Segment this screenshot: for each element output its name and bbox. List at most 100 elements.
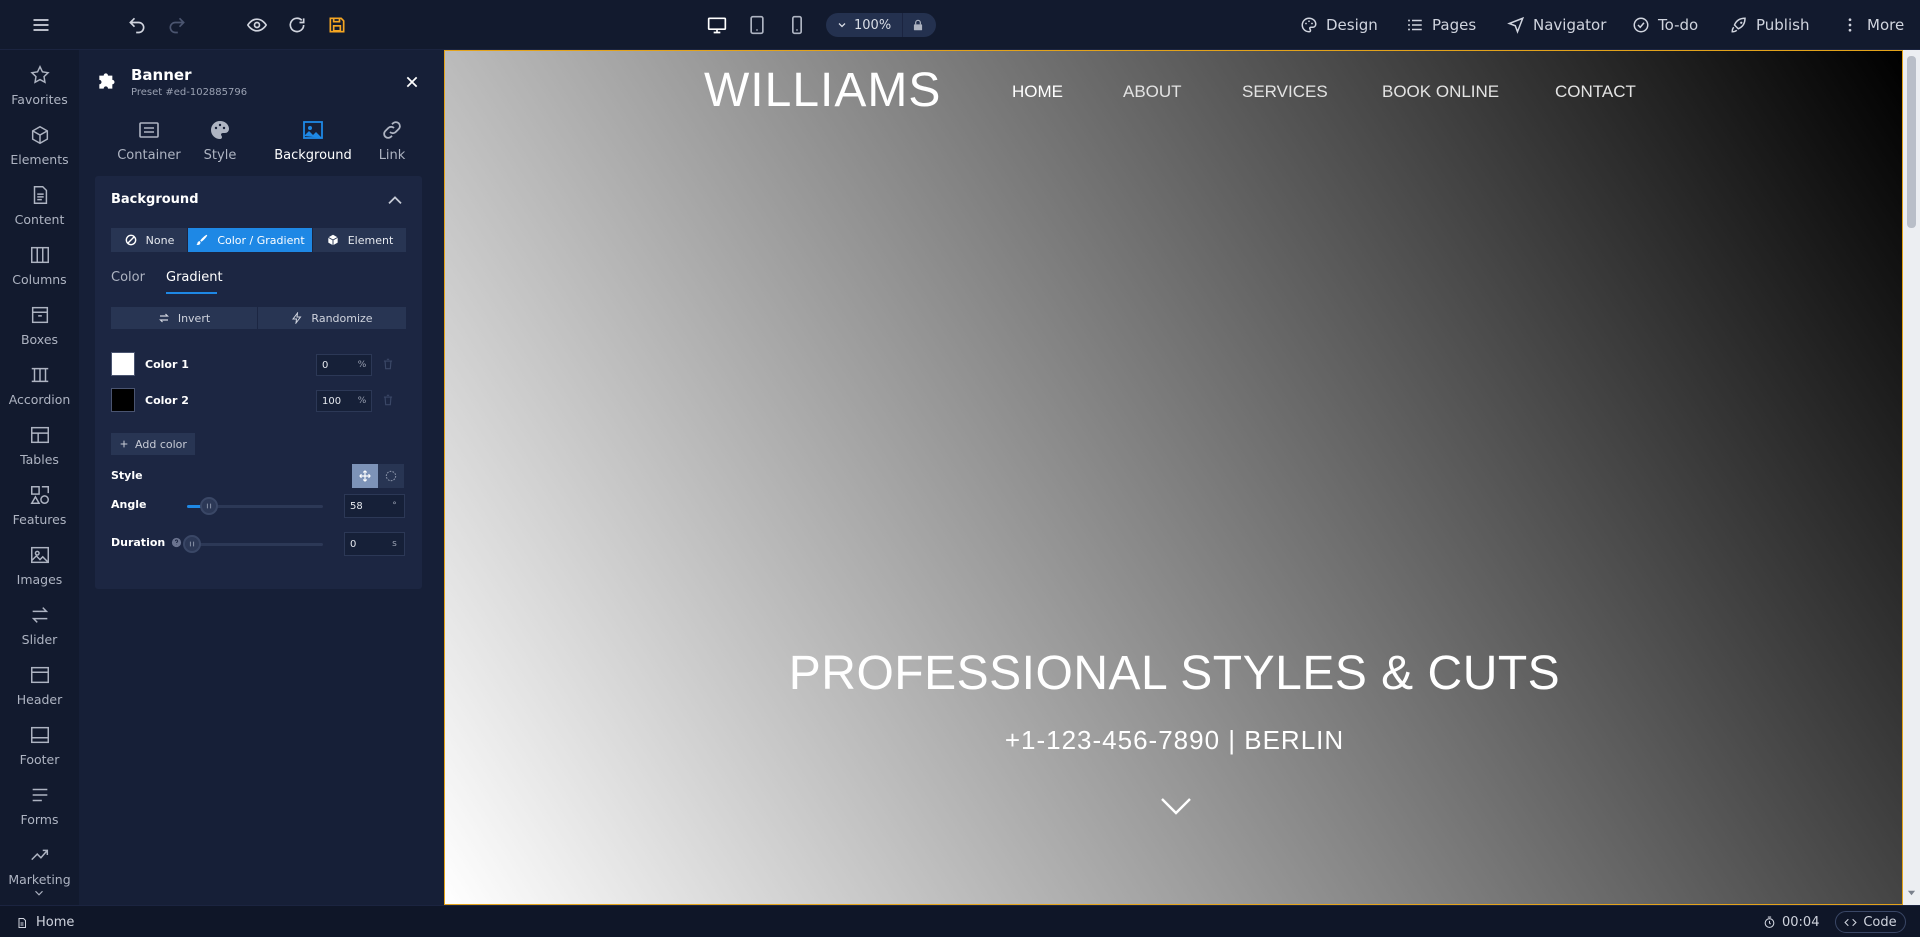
nav-about[interactable]: ABOUT bbox=[1123, 82, 1182, 102]
rail-item-header[interactable]: Header bbox=[0, 658, 79, 718]
canvas-scrollbar[interactable] bbox=[1903, 50, 1920, 905]
design-menu[interactable]: Design bbox=[1300, 13, 1378, 37]
redo-icon[interactable] bbox=[162, 10, 192, 40]
tab-label: Background bbox=[274, 148, 352, 163]
trash-icon[interactable] bbox=[381, 357, 395, 371]
hero-title: PROFESSIONAL STYLES & CUTS bbox=[788, 647, 1561, 700]
tab-style[interactable]: Style bbox=[190, 118, 250, 174]
stop-position-unit: % bbox=[357, 360, 367, 370]
add-color-button[interactable]: Add color bbox=[111, 433, 195, 455]
tab-link[interactable]: Link bbox=[367, 118, 417, 174]
zoom-select[interactable]: 100% bbox=[826, 18, 902, 33]
bg-type-none[interactable]: None bbox=[111, 228, 187, 252]
accordion-icon bbox=[31, 367, 48, 383]
desktop-view-icon[interactable] bbox=[703, 11, 731, 39]
nav-book-online[interactable]: BOOK ONLINE bbox=[1382, 82, 1499, 102]
duration-slider-track[interactable] bbox=[183, 543, 323, 546]
chevron-down-icon[interactable] bbox=[30, 886, 48, 900]
refresh-icon[interactable] bbox=[282, 10, 312, 40]
duration-field: Duration bbox=[111, 536, 182, 549]
hero-subtitle: +1-123-456-7890 | BERLIN bbox=[1004, 725, 1345, 755]
close-icon[interactable] bbox=[404, 74, 420, 90]
document-icon bbox=[33, 186, 47, 204]
color-label: Color 2 bbox=[145, 394, 189, 407]
rail-label-elements: Elements bbox=[10, 152, 69, 167]
duration-unit: s bbox=[392, 539, 397, 549]
tab-background[interactable]: Background bbox=[263, 118, 363, 174]
tab-container[interactable]: Container bbox=[109, 118, 189, 174]
tablet-view-icon[interactable] bbox=[743, 11, 771, 39]
rail-item-features[interactable]: Features bbox=[0, 478, 79, 538]
duration-slider-handle[interactable] bbox=[183, 535, 201, 553]
bg-type-element[interactable]: Element bbox=[313, 228, 406, 252]
stop-position-input[interactable]: 0 % bbox=[316, 354, 372, 376]
scroll-down-chevron-icon[interactable] bbox=[1160, 796, 1192, 816]
check-circle-icon bbox=[1633, 17, 1649, 33]
rail-label-tables: Tables bbox=[20, 452, 59, 467]
rail-label-accordion: Accordion bbox=[8, 392, 71, 407]
angle-slider-handle[interactable] bbox=[199, 497, 218, 515]
shapes-icon bbox=[29, 486, 49, 504]
rail-label-images: Images bbox=[16, 572, 63, 587]
rail-item-forms[interactable]: Forms bbox=[0, 778, 79, 838]
hamburger-menu-icon[interactable] bbox=[26, 10, 56, 40]
save-icon[interactable] bbox=[322, 10, 352, 40]
linear-gradient-icon[interactable] bbox=[352, 464, 378, 488]
code-brackets-icon bbox=[1844, 918, 1858, 926]
tab-label: Style bbox=[203, 148, 237, 163]
pages-menu[interactable]: Pages bbox=[1406, 13, 1476, 37]
rail-item-slider[interactable]: Slider bbox=[0, 598, 79, 658]
design-label: Design bbox=[1326, 16, 1378, 34]
publish-menu[interactable]: Publish bbox=[1730, 13, 1809, 37]
rail-item-tables[interactable]: Tables bbox=[0, 418, 79, 478]
top-toolbar: 100% Design Pages Navigator To-do Publis… bbox=[0, 0, 1920, 50]
nav-contact[interactable]: CONTACT bbox=[1555, 82, 1636, 102]
link-icon bbox=[383, 121, 401, 139]
trash-icon[interactable] bbox=[381, 393, 395, 407]
rail-item-images[interactable]: Images bbox=[0, 538, 79, 598]
radial-gradient-icon[interactable] bbox=[378, 464, 404, 488]
invert-button[interactable]: Invert bbox=[111, 307, 257, 329]
bg-type-color-gradient[interactable]: Color / Gradient bbox=[188, 228, 312, 252]
rail-item-boxes[interactable]: Boxes bbox=[0, 298, 79, 358]
rail-item-content[interactable]: Content bbox=[0, 178, 79, 238]
randomize-button[interactable]: Randomize bbox=[258, 307, 406, 329]
current-page[interactable]: Home bbox=[16, 915, 74, 930]
help-icon[interactable] bbox=[171, 537, 182, 548]
todo-menu[interactable]: To-do bbox=[1632, 13, 1698, 37]
rail-item-accordion[interactable]: Accordion bbox=[0, 358, 79, 418]
site-logo[interactable]: WILLIAMS bbox=[704, 63, 941, 118]
color-swatch[interactable] bbox=[111, 352, 135, 376]
chevron-up-icon[interactable] bbox=[387, 194, 403, 206]
preview-eye-icon[interactable] bbox=[242, 10, 272, 40]
rail-item-columns[interactable]: Columns bbox=[0, 238, 79, 298]
tab-label: Container bbox=[117, 148, 181, 163]
cube-icon bbox=[327, 234, 338, 246]
subtab-gradient[interactable]: Gradient bbox=[166, 270, 223, 285]
stop-position-input[interactable]: 100 % bbox=[316, 390, 372, 412]
style-label: Style bbox=[111, 469, 143, 482]
navigator-menu[interactable]: Navigator bbox=[1507, 13, 1606, 37]
preset-id: Preset #ed-102885796 bbox=[131, 87, 248, 98]
lock-icon[interactable] bbox=[902, 13, 932, 37]
rail-item-elements[interactable]: Elements bbox=[0, 118, 79, 178]
stop-position-unit: % bbox=[357, 396, 367, 406]
color-swatch[interactable] bbox=[111, 388, 135, 412]
more-menu[interactable]: More bbox=[1841, 13, 1904, 37]
nav-services[interactable]: SERVICES bbox=[1242, 82, 1328, 102]
bg-type-label: Color / Gradient bbox=[217, 233, 305, 247]
mobile-view-icon[interactable] bbox=[783, 11, 811, 39]
undo-icon[interactable] bbox=[122, 10, 152, 40]
nav-home[interactable]: HOME bbox=[1012, 82, 1063, 102]
rail-item-footer[interactable]: Footer bbox=[0, 718, 79, 778]
banner-section[interactable]: WILLIAMS HOME ABOUT SERVICES BOOK ONLINE… bbox=[444, 50, 1903, 905]
scrollbar-thumb[interactable] bbox=[1907, 56, 1916, 228]
scroll-down-arrow-icon[interactable] bbox=[1907, 888, 1916, 897]
rail-item-favorites[interactable]: Favorites bbox=[0, 58, 79, 118]
code-button[interactable]: Code bbox=[1835, 911, 1906, 933]
angle-input[interactable]: 58 ° bbox=[344, 494, 405, 518]
subtab-color[interactable]: Color bbox=[111, 270, 145, 285]
duration-input[interactable]: 0 s bbox=[344, 532, 405, 556]
palette-icon bbox=[211, 121, 229, 139]
angle-label: Angle bbox=[111, 498, 147, 511]
